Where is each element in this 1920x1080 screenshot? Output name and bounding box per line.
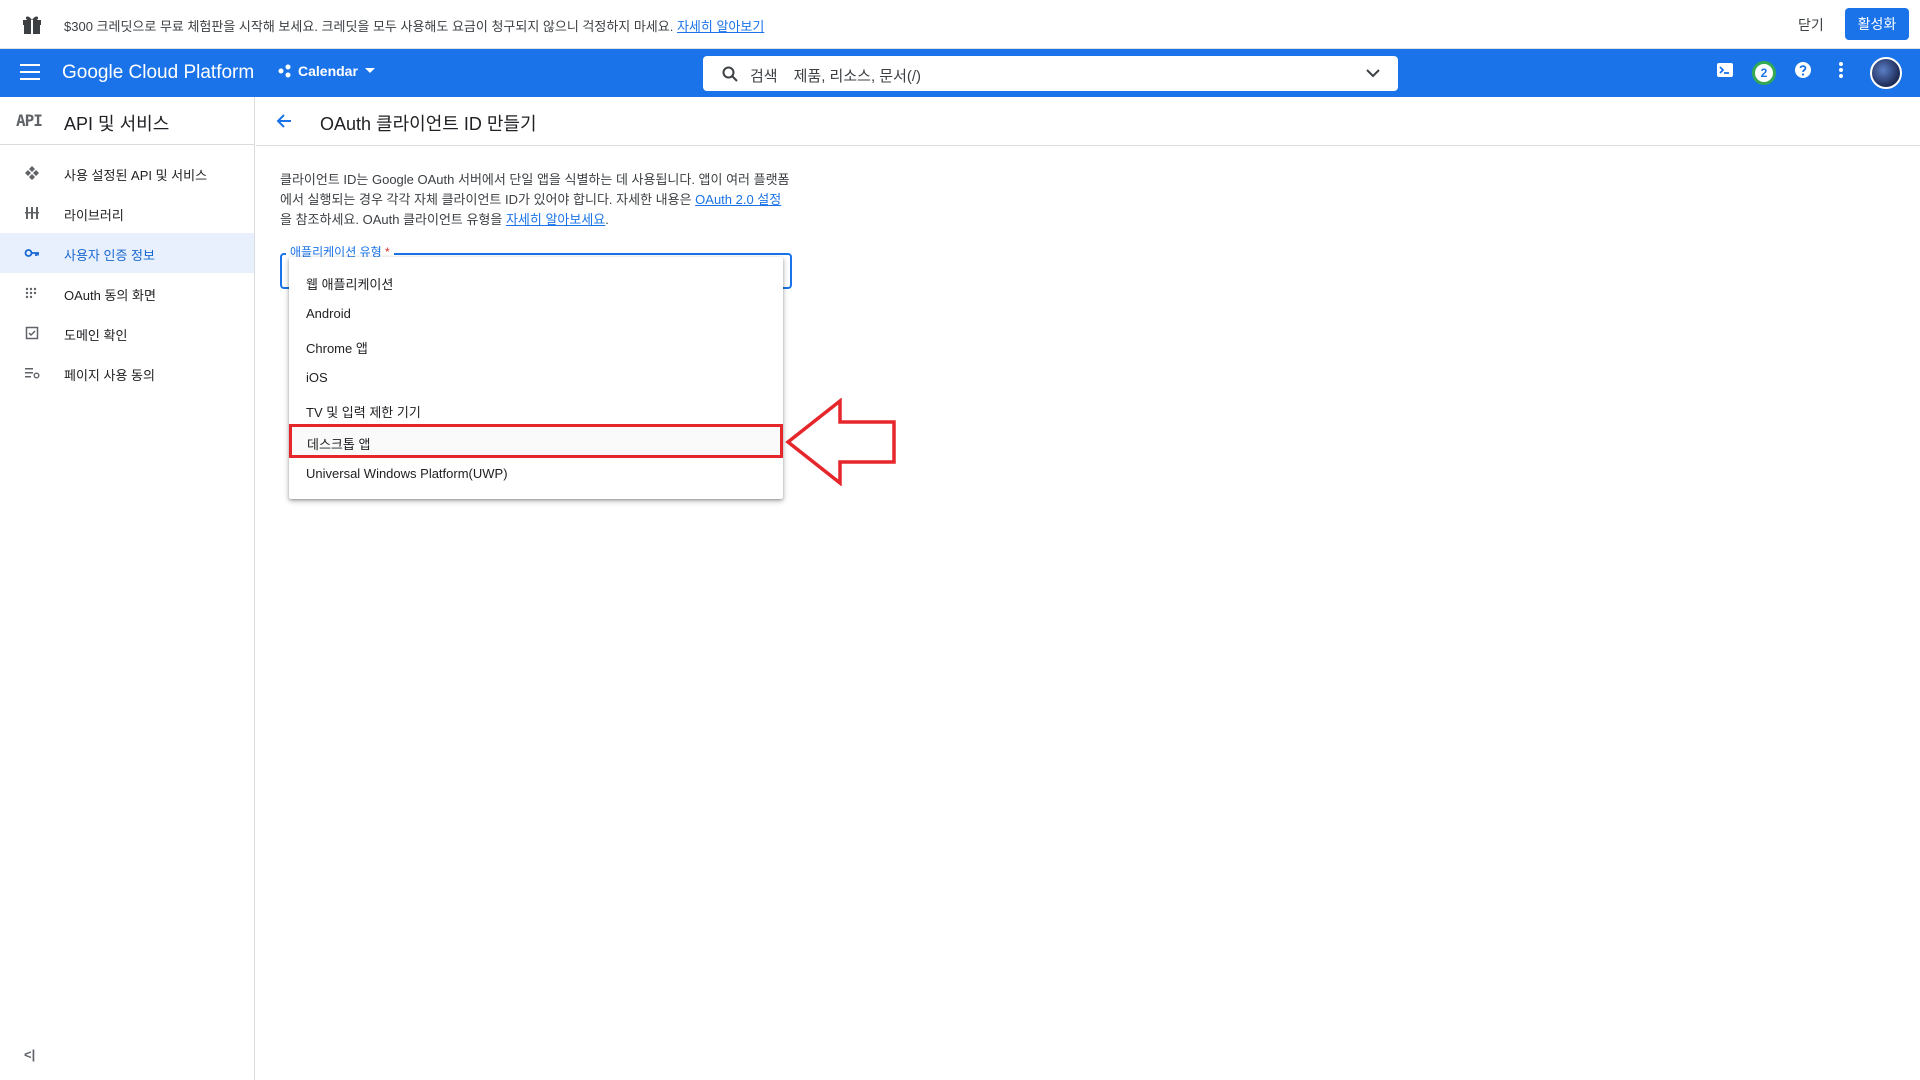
promo-close-button[interactable]: 닫기 — [1798, 15, 1824, 35]
sidebar-item-label: 사용자 인증 정보 — [64, 248, 155, 263]
product-brand[interactable]: Google Cloud Platform — [62, 62, 254, 84]
sidebar-item-label: 페이지 사용 동의 — [64, 368, 155, 383]
description-part-2: 을 참조하세요. OAuth 클라이언트 유형을 — [280, 212, 506, 227]
top-app-bar: Google Cloud Platform Calendar 검색 제품, 리소스… — [0, 49, 1920, 97]
sidebar-item-label: 사용 설정된 API 및 서비스 — [64, 168, 208, 183]
description-part-3: . — [605, 212, 609, 227]
sidebar-item-label: OAuth 동의 화면 — [64, 288, 156, 303]
option-label: Android — [306, 306, 351, 321]
option-tv-limited-input[interactable]: TV 및 입력 제한 기기 — [289, 393, 783, 425]
option-chrome-app[interactable]: Chrome 앱 — [289, 329, 783, 361]
avatar[interactable] — [1870, 57, 1902, 89]
settings-list-icon — [25, 368, 40, 379]
library-icon — [25, 207, 39, 219]
search-placeholder: 검색 제품, 리소스, 문서(/) — [750, 65, 921, 86]
sidebar-item-label: 도메인 확인 — [64, 328, 128, 343]
page-title: OAuth 클라이언트 ID 만들기 — [320, 114, 537, 134]
back-arrow-icon[interactable] — [274, 111, 294, 131]
option-desktop-app[interactable]: 데스크톱 앱 — [289, 424, 783, 458]
option-android[interactable]: Android — [289, 297, 783, 329]
dots-grid-icon — [25, 287, 37, 299]
option-label: TV 및 입력 제한 기기 — [306, 405, 421, 420]
promo-banner: $300 크레딧으로 무료 체험판을 시작해 보세요. 크레딧을 모두 사용해도… — [0, 0, 1920, 49]
notification-badge[interactable]: 2 — [1752, 61, 1776, 85]
option-ios[interactable]: iOS — [289, 361, 783, 393]
sidebar-item-label: 라이브러리 — [64, 208, 124, 223]
option-label: 웹 애플리케이션 — [306, 277, 394, 292]
key-icon — [24, 249, 39, 257]
project-name: Calendar — [298, 63, 358, 79]
chevron-down-icon[interactable] — [1365, 67, 1381, 79]
more-vert-icon[interactable] — [1838, 61, 1844, 79]
caret-down-icon — [364, 68, 375, 73]
option-label: Universal Windows Platform(UWP) — [306, 466, 508, 481]
search-icon — [722, 66, 738, 82]
gift-icon — [23, 16, 41, 34]
sidebar-nav: 사용 설정된 API 및 서비스 라이브러리 사용자 인증 정보 OAuth 동… — [0, 153, 254, 393]
application-type-dropdown: 웹 애플리케이션 Android Chrome 앱 iOS TV 및 입력 제한… — [289, 257, 783, 499]
activate-button[interactable]: 활성화 — [1845, 8, 1909, 40]
option-label: iOS — [306, 370, 328, 385]
promo-message: $300 크레딧으로 무료 체험판을 시작해 보세요. 크레딧을 모두 사용해도… — [64, 16, 764, 35]
option-label: 데스크톱 앱 — [307, 437, 371, 452]
sidebar: API API 및 서비스 사용 설정된 API 및 서비스 라이브러리 사용자… — [0, 97, 255, 1080]
sidebar-item-page-usage-consent[interactable]: 페이지 사용 동의 — [0, 353, 254, 393]
collapse-sidebar-icon[interactable]: <| — [24, 1047, 35, 1062]
option-uwp[interactable]: Universal Windows Platform(UWP) — [289, 457, 783, 489]
api-badge-icon: API — [16, 111, 43, 130]
help-icon[interactable] — [1794, 61, 1812, 79]
sidebar-item-domain-verification[interactable]: 도메인 확인 — [0, 313, 254, 353]
sidebar-item-library[interactable]: 라이브러리 — [0, 193, 254, 233]
sidebar-header: API API 및 서비스 — [0, 97, 254, 145]
sidebar-item-credentials[interactable]: 사용자 인증 정보 — [0, 233, 254, 273]
option-label: Chrome 앱 — [306, 341, 368, 356]
search-hint: 제품, 리소스, 문서(/) — [793, 68, 922, 85]
menu-icon[interactable] — [20, 64, 40, 82]
sidebar-item-enabled-apis[interactable]: 사용 설정된 API 및 서비스 — [0, 153, 254, 193]
sidebar-item-oauth-consent[interactable]: OAuth 동의 화면 — [0, 273, 254, 313]
search-prefix: 검색 — [750, 68, 778, 85]
checkbox-icon — [25, 326, 39, 340]
search-bar[interactable]: 검색 제품, 리소스, 문서(/) — [703, 56, 1398, 91]
diamond-arrows-icon — [25, 166, 39, 180]
project-selector[interactable]: Calendar — [278, 63, 376, 79]
option-web-application[interactable]: 웹 애플리케이션 — [289, 265, 783, 297]
description-text: 클라이언트 ID는 Google OAuth 서버에서 단일 앱을 식별하는 데… — [280, 170, 790, 230]
oauth-setup-link[interactable]: OAuth 2.0 설정 — [695, 192, 781, 207]
project-dots-icon — [278, 64, 291, 78]
cloud-shell-icon[interactable] — [1716, 61, 1734, 79]
promo-text: $300 크레딧으로 무료 체험판을 시작해 보세요. 크레딧을 모두 사용해도… — [64, 19, 674, 34]
learn-more-link[interactable]: 자세히 알아보세요 — [506, 212, 605, 227]
page-header: OAuth 클라이언트 ID 만들기 — [256, 97, 1920, 146]
annotation-arrow-icon — [785, 398, 896, 486]
sidebar-title: API 및 서비스 — [64, 114, 170, 134]
promo-learn-more-link[interactable]: 자세히 알아보기 — [677, 19, 764, 34]
